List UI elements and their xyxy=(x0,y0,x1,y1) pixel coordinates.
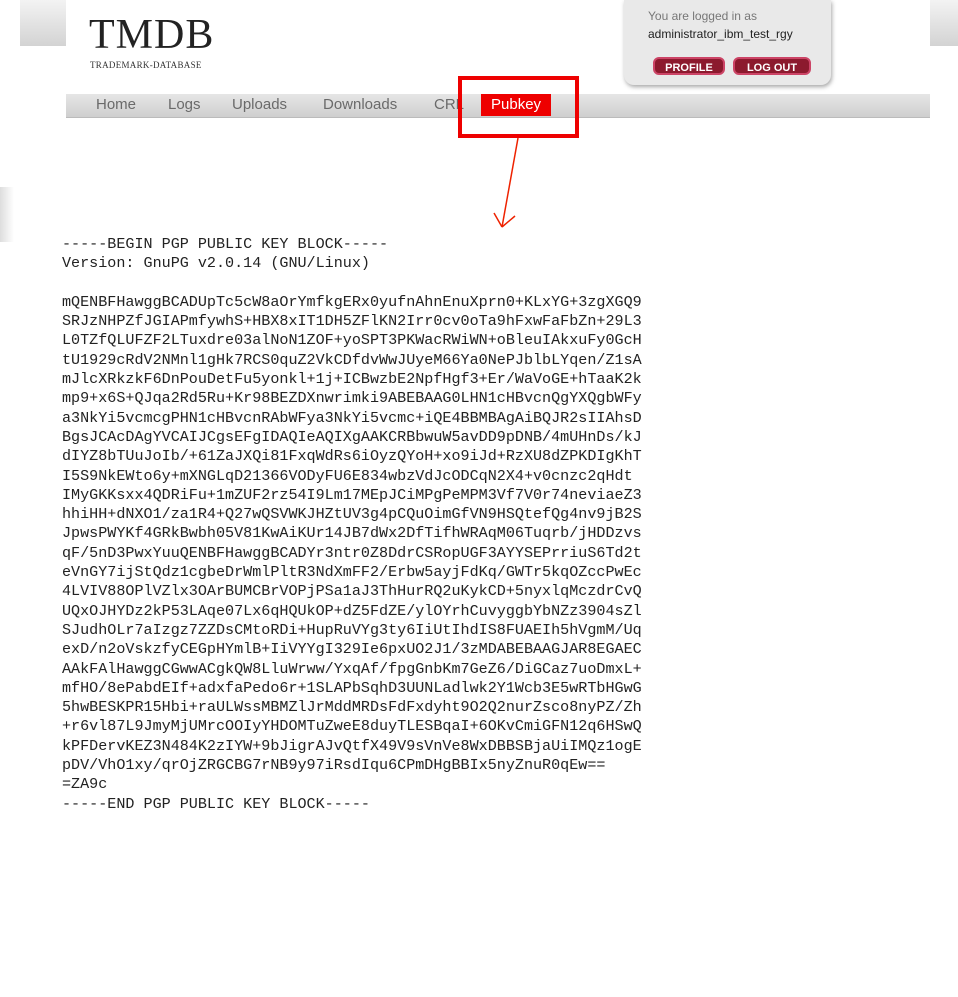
annotation-arrow xyxy=(493,137,519,228)
pgp-key-line: IMyGKKsxx4QDRiFu+1mZUF2rz54I9Lm17MEpJCiM… xyxy=(62,485,642,504)
pgp-key-line: exD/n2oVskzfyCEGpHYmlB+IiVYYgI329Ie6pxUO… xyxy=(62,640,642,659)
pgp-key-line: I5S9NkEWto6y+mXNGLqD21366VODyFU6E834wbzV… xyxy=(62,466,633,485)
pgp-key-line: JpwsPWYKf4GRkBwbh05V81KwAiKUr14JB7dWx2Df… xyxy=(62,524,642,543)
pgp-key-line: a3NkYi5vcmcgPHN1cHBvcnRAbWFya3NkYi5vcmc+… xyxy=(62,408,642,427)
sidebar-edge xyxy=(0,187,14,242)
pgp-version-line: Version: GnuPG v2.0.14 (GNU/Linux) xyxy=(62,254,370,273)
pgp-key-line: L0TZfQLUFZF2LTuxdre03alNoN1ZOF+yoSPT3PKW… xyxy=(62,331,642,350)
pgp-key-line: UQxOJHYDz2kP53LAqe07Lx6qHQUkOP+dZ5FdZE/y… xyxy=(62,601,642,620)
pgp-key-line: BgsJCAcDAgYVCAIJCgsEFgIDAQIeAQIXgAAKCRBb… xyxy=(62,427,642,446)
pgp-key-line: eVnGY7ijStQdz1cgbeDrWmlPltR3NdXmFF2/Erbw… xyxy=(62,563,642,582)
pgp-end-line: -----END PGP PUBLIC KEY BLOCK----- xyxy=(62,794,370,813)
pgp-key-line: tU1929cRdV2NMnl1gHk7RCS0quZ2VkCDfdvWwJUy… xyxy=(62,350,642,369)
pgp-key-line: mp9+x6S+QJqa2Rd5Ru+Kr98BEZDXnwrimki9ABEB… xyxy=(62,389,642,408)
pgp-key-line: dIYZ8bTUuJoIb/+61ZaJXQi81FxqWdRs6iOyzQYo… xyxy=(62,447,642,466)
pgp-key-line: SJudhOLr7aIzgz7ZZDsCMtoRDi+HupRuVYg3ty6I… xyxy=(62,620,642,639)
pgp-key-line: +r6vl87L9JmyMjUMrcOOIyYHDOMTuZweE8duyTLE… xyxy=(62,717,642,736)
pgp-key-line: 5hwBESKPR15Hbi+raULWssMBMZlJrMddMRDsFdFx… xyxy=(62,698,642,717)
pgp-key-line: kPFDervKEZ3N484K2zIYW+9bJigrAJvQtfX49V9s… xyxy=(62,736,642,755)
pgp-begin-line: -----BEGIN PGP PUBLIC KEY BLOCK----- xyxy=(62,235,389,253)
pgp-key-line: mQENBFHawggBCADUpTc5cW8aOrYmfkgERx0yufnA… xyxy=(62,292,642,311)
pgp-key-line: mJlcXRkzkF6DnPouDetFu5yonkl+1j+ICBwzbE2N… xyxy=(62,370,642,389)
pgp-key-line: SRJzNHPZfJGIAPmfywhS+HBX8xIT1DH5ZFlKN2Ir… xyxy=(62,312,642,331)
pgp-key-line: pDV/VhO1xy/qrOjZRGCBG7rNB9y97iRsdIqu6CPm… xyxy=(62,756,606,775)
pgp-key-line: qF/5nD3PwxYuuQENBFHawggBCADYr3ntr0Z8DdrC… xyxy=(62,543,642,562)
pgp-key-block: -----BEGIN PGP PUBLIC KEY BLOCK----- Ver… xyxy=(62,235,642,814)
pgp-key-line: mfHO/8ePabdEIf+adxfaPedo6r+1SLAPbSqhD3UU… xyxy=(62,678,642,697)
pgp-key-line: AAkFAlHawggCGwwACgkQW8LluWrww/YxqAf/fpgG… xyxy=(62,659,642,678)
pgp-key-line: =ZA9c xyxy=(62,775,108,794)
pgp-key-line: 4LVIV88OPlVZlx3OArBUMCBrVOPjPSa1aJ3ThHur… xyxy=(62,582,642,601)
pgp-key-line: hhiHH+dNXO1/za1R4+Q27wQSVWKJHZtUV3g4pCQu… xyxy=(62,505,642,524)
